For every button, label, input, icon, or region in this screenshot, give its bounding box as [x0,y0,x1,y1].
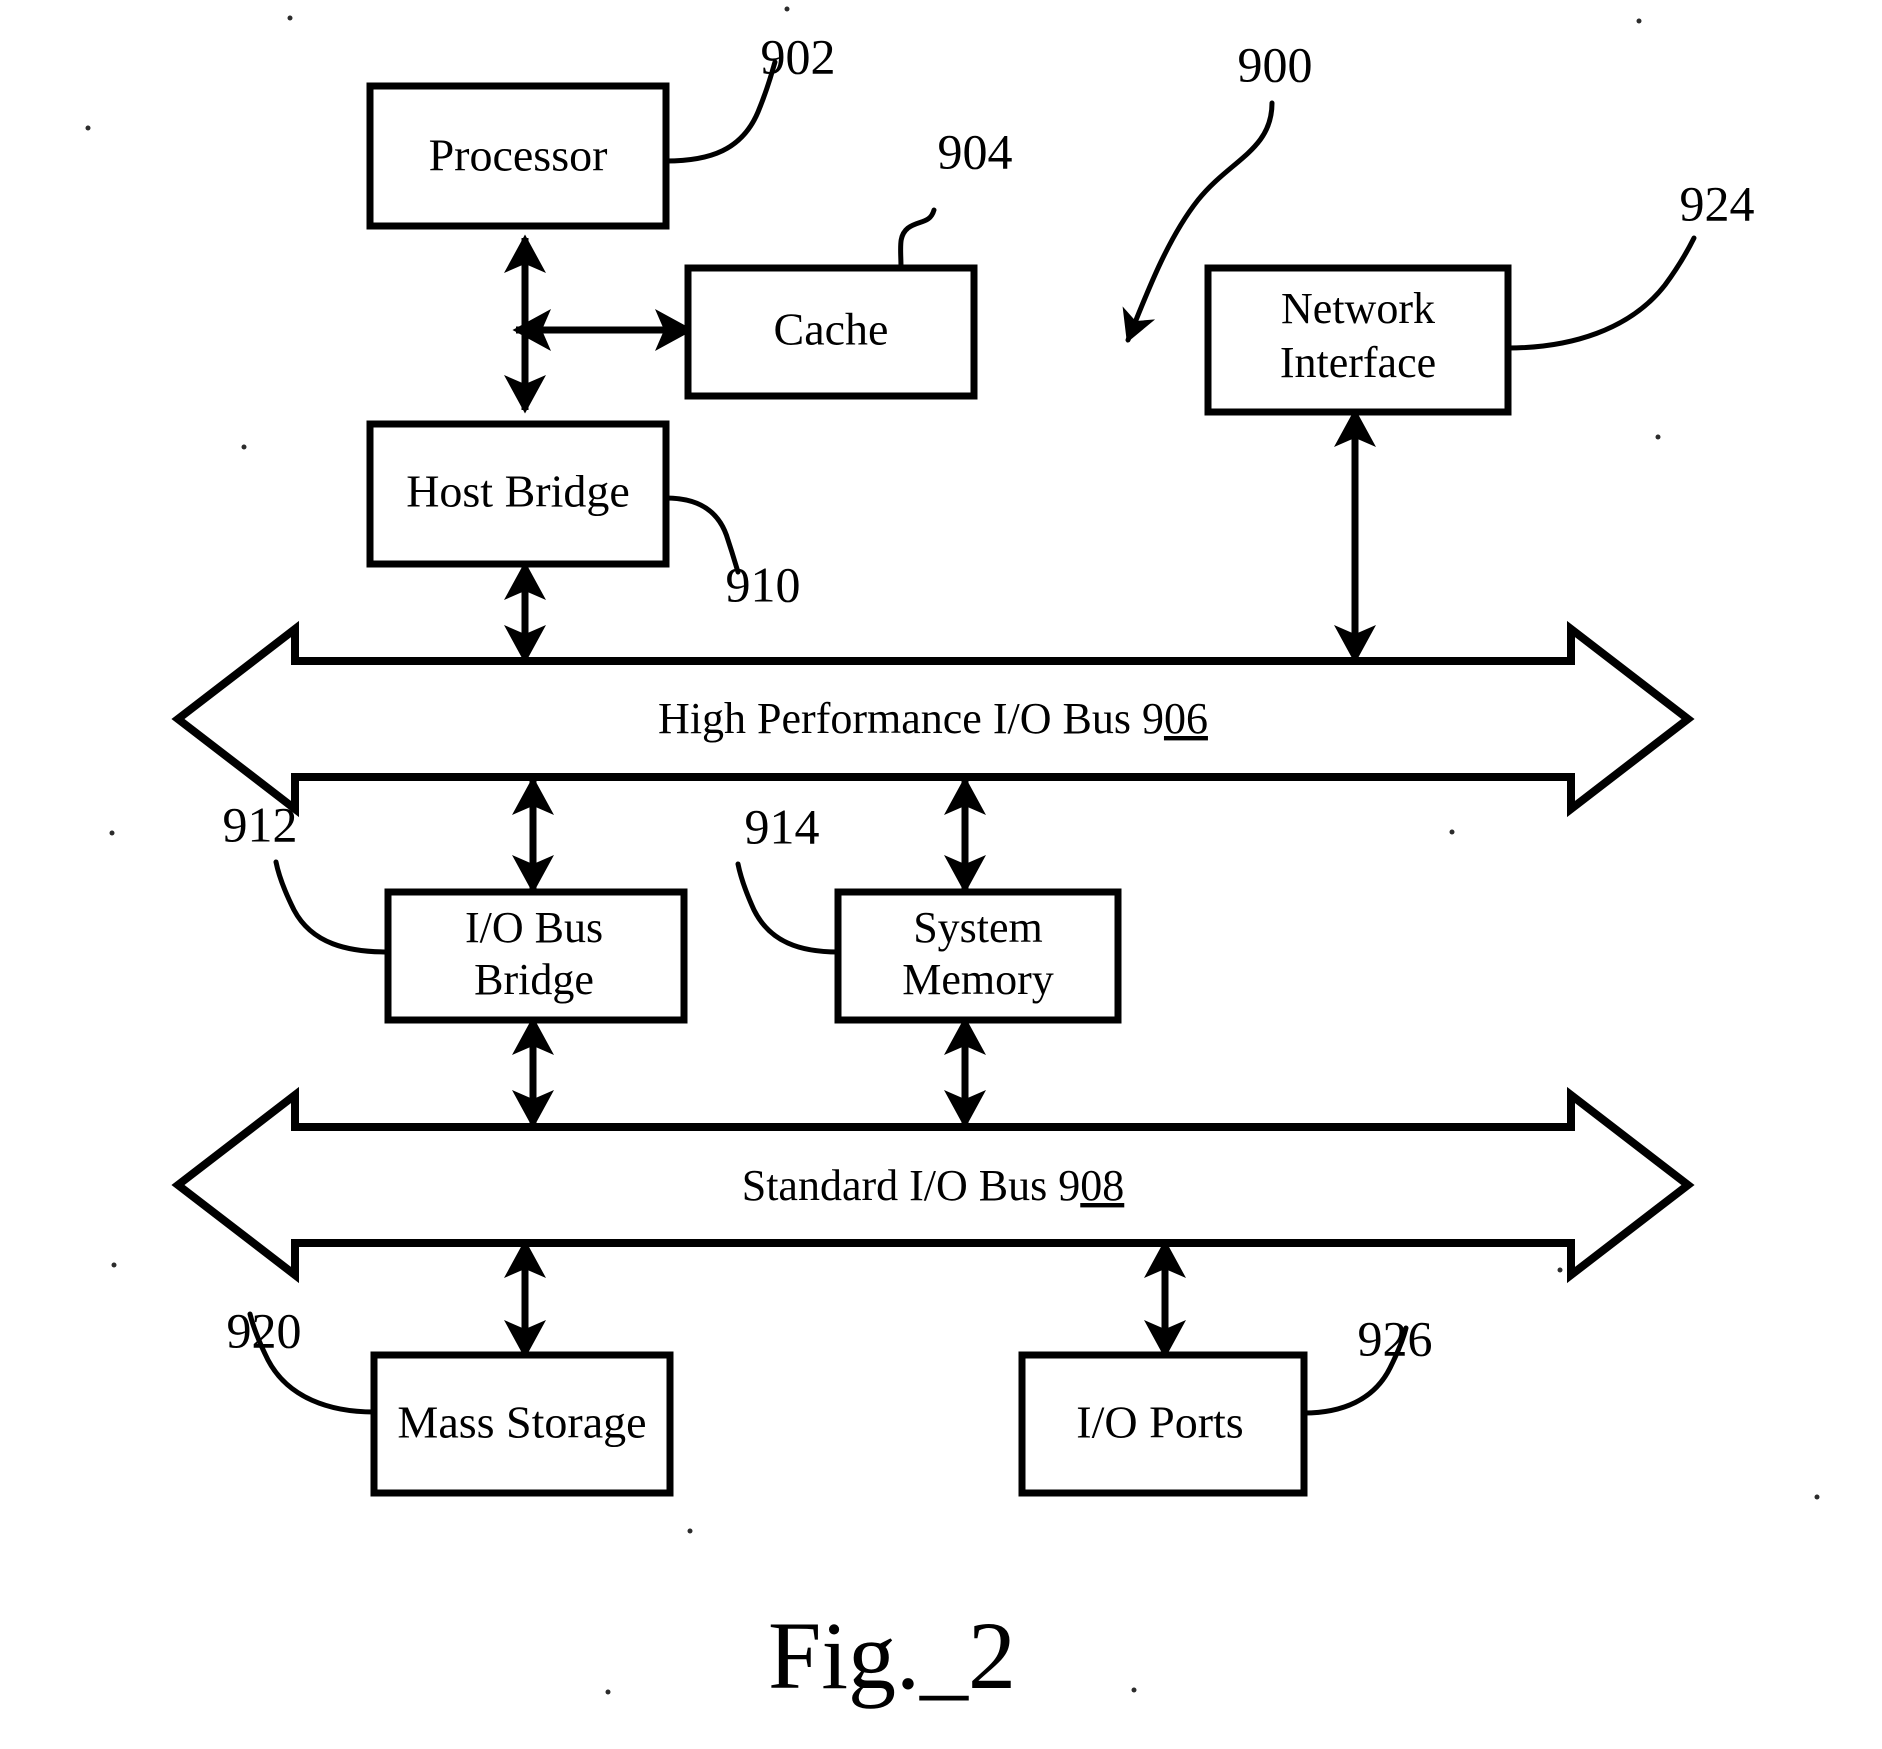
io-bus-bridge-label-line2: Bridge [474,955,594,1004]
high-performance-io-bus: High Performance I/O Bus 906 [171,620,1695,818]
mass-storage-block: Mass Storage 920 [227,1302,674,1497]
system-memory-ref-leader [735,861,841,955]
high-performance-io-bus-label: High Performance I/O Bus 906 [658,694,1208,743]
processor-block: Processor 902 [366,28,836,230]
network-interface-label-line1: Network [1281,284,1435,333]
standard-io-bus: Standard I/O Bus 908 [171,1086,1695,1284]
host-bridge-block: Host Bridge 910 [366,420,801,612]
system-memory-label-line2: Memory [902,955,1054,1004]
network-interface-label-line2: Interface [1280,338,1436,387]
cache-label: Cache [774,304,889,355]
system-memory-label-line1: System [913,903,1043,952]
system-memory-ref-number: 914 [745,798,820,854]
network-interface-ref-leader [1505,235,1697,351]
processor-ref-leader [663,59,778,164]
cache-ref-leader [898,207,937,271]
host-bridge-label: Host Bridge [406,466,630,517]
io-ports-ref-number: 926 [1358,1310,1433,1366]
system-architecture-diagram: High Performance I/O Bus 906 Standard I/… [85,6,1820,1709]
network-interface-block: Network Interface 924 [1204,175,1755,416]
system-ref-number: 900 [1238,36,1313,92]
processor-label: Processor [429,130,608,181]
mass-storage-label: Mass Storage [397,1397,646,1448]
processor-ref-number: 902 [761,28,836,84]
cache-ref-number: 904 [938,123,1013,179]
mass-storage-ref-number: 920 [227,1302,302,1358]
patent-figure-page: High Performance I/O Bus 906 Standard I/… [0,0,1882,1749]
standard-io-bus-label: Standard I/O Bus 908 [742,1161,1125,1210]
host-bridge-ref-number: 910 [726,556,801,612]
io-bus-bridge-block: I/O Bus Bridge 912 [223,796,688,1024]
scan-artifacts [85,6,1820,1695]
io-bus-bridge-label-line1: I/O Bus [465,903,603,952]
io-ports-label: I/O Ports [1076,1397,1243,1448]
io-bus-bridge-ref-leader [273,859,391,955]
figure-caption: Fig._2 [768,1602,1016,1709]
cache-block: Cache 904 [684,123,1013,400]
io-ports-block: I/O Ports 926 [1018,1310,1433,1497]
io-bus-bridge-ref-number: 912 [223,796,298,852]
system-memory-block: System Memory 914 [735,798,1122,1024]
network-interface-ref-number: 924 [1680,175,1755,231]
